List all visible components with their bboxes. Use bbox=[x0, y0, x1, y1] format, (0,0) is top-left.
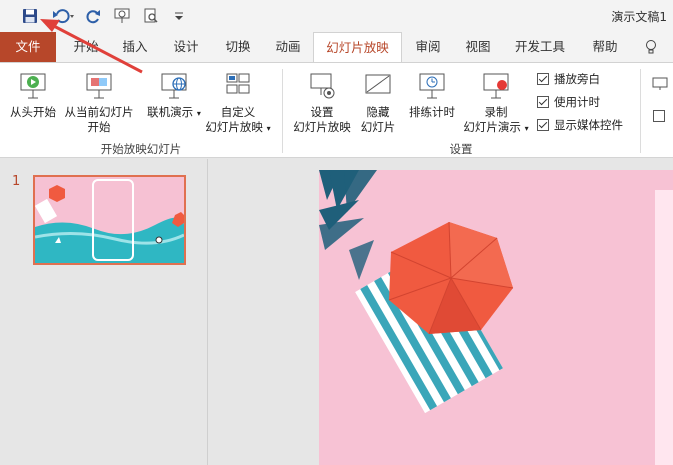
setup-slide-show-button[interactable]: 设置 幻灯片放映 bbox=[289, 71, 355, 135]
print-preview-icon[interactable] bbox=[141, 5, 161, 27]
tab-animations[interactable]: 动画 bbox=[268, 32, 308, 62]
tab-help[interactable]: 帮助 bbox=[585, 32, 625, 62]
setup-slideshow-icon bbox=[310, 73, 335, 99]
tab-file[interactable]: 文件 bbox=[0, 32, 56, 62]
tab-slide-show[interactable]: 幻灯片放映 bbox=[313, 32, 402, 63]
slide-canvas[interactable] bbox=[319, 170, 673, 465]
show-media-controls-checkbox[interactable]: 显示媒体控件 bbox=[537, 117, 623, 133]
ribbon-body: 从头开始 从当前幻灯片 开始 联机演示 ▾ 自定义 幻灯片放映 ▾ 开始放映幻灯… bbox=[0, 62, 673, 158]
tab-developer[interactable]: 开发工具 bbox=[509, 32, 571, 62]
record-icon bbox=[483, 73, 509, 99]
use-timings-checkbox[interactable]: 使用计时 bbox=[537, 94, 600, 110]
start-slideshow-group-label: 开始放映幻灯片 bbox=[100, 142, 182, 156]
slide-image bbox=[319, 170, 673, 465]
tab-home[interactable]: 开始 bbox=[66, 32, 106, 62]
from-current-label-2: 开始 bbox=[87, 120, 111, 134]
checkbox-checked-icon[interactable] bbox=[537, 73, 549, 85]
group-separator bbox=[640, 69, 641, 153]
document-title: 演示文稿1 bbox=[611, 10, 667, 24]
dropdown-arrow-icon: ▾ bbox=[266, 124, 271, 133]
tab-design[interactable]: 设计 bbox=[166, 32, 206, 62]
dropdown-arrow-icon: ▾ bbox=[524, 124, 529, 133]
slide-thumbnail-image bbox=[35, 177, 184, 263]
hide-label-2: 幻灯片 bbox=[360, 120, 396, 134]
use-timings-label: 使用计时 bbox=[554, 95, 600, 109]
play-narrations-label: 播放旁白 bbox=[554, 72, 600, 86]
record-slide-show-button[interactable]: 录制 幻灯片演示 ▾ bbox=[460, 71, 532, 136]
rehearse-label: 排练计时 bbox=[409, 105, 455, 119]
tab-transitions[interactable]: 切换 bbox=[218, 32, 258, 62]
custom-label-2: 幻灯片放映 bbox=[205, 120, 263, 134]
custom-label-1: 自定义 bbox=[220, 105, 256, 119]
slide-thumbnail[interactable] bbox=[33, 175, 186, 265]
undo-icon[interactable] bbox=[50, 5, 78, 27]
setup-group-label: 设置 bbox=[449, 142, 473, 156]
from-current-slide-button[interactable]: 从当前幻灯片 开始 bbox=[61, 71, 137, 135]
from-beginning-button[interactable]: 从头开始 bbox=[7, 71, 59, 120]
setup-label-1: 设置 bbox=[310, 105, 334, 119]
tab-review[interactable]: 审阅 bbox=[408, 32, 448, 62]
ribbon-tab-bar: 文件 开始 插入 设计 切换 动画 幻灯片放映 审阅 视图 开发工具 帮助 bbox=[0, 32, 673, 63]
presenter-view-checkbox[interactable] bbox=[653, 110, 665, 122]
tab-view[interactable]: 视图 bbox=[458, 32, 498, 62]
rehearse-timings-button[interactable]: 排练计时 bbox=[403, 71, 461, 120]
online-present-label: 联机演示 bbox=[147, 105, 194, 119]
from-beginning-label: 从头开始 bbox=[10, 105, 56, 119]
hide-slide-button[interactable]: 隐藏 幻灯片 bbox=[356, 71, 400, 135]
play-narrations-checkbox[interactable]: 播放旁白 bbox=[537, 71, 600, 87]
custom-slide-show-button[interactable]: 自定义 幻灯片放映 ▾ bbox=[201, 71, 275, 136]
title-bar: 演示文稿1 bbox=[0, 0, 673, 32]
monitor-icon[interactable] bbox=[652, 77, 668, 94]
checkbox-checked-icon[interactable] bbox=[537, 96, 549, 108]
slide-number: 1 bbox=[12, 174, 21, 189]
record-label-1: 录制 bbox=[484, 105, 508, 119]
play-from-current-icon bbox=[86, 73, 112, 99]
rehearse-timings-icon bbox=[419, 73, 445, 99]
hide-label-1: 隐藏 bbox=[366, 105, 390, 119]
online-present-button[interactable]: 联机演示 ▾ bbox=[146, 71, 202, 121]
present-from-beginning-icon[interactable] bbox=[112, 5, 132, 27]
from-current-label-1: 从当前幻灯片 bbox=[64, 105, 134, 119]
tell-me-lightbulb-icon[interactable] bbox=[640, 32, 662, 62]
setup-label-2: 幻灯片放映 bbox=[293, 120, 351, 134]
record-label-2: 幻灯片演示 bbox=[463, 120, 521, 134]
checkbox-checked-icon[interactable] bbox=[537, 119, 549, 131]
custom-slideshow-icon bbox=[226, 73, 250, 94]
slide-thumbnail-pane: 1 bbox=[0, 159, 208, 465]
save-icon[interactable] bbox=[20, 5, 40, 27]
powerpoint-window: 演示文稿1 文件 开始 插入 设计 切换 动画 幻灯片放映 审阅 视图 开发工具… bbox=[0, 0, 673, 465]
customize-quick-access-icon[interactable] bbox=[172, 5, 186, 27]
online-present-icon bbox=[161, 73, 187, 99]
redo-icon[interactable] bbox=[84, 5, 102, 27]
tab-insert[interactable]: 插入 bbox=[115, 32, 155, 62]
show-media-controls-label: 显示媒体控件 bbox=[554, 118, 623, 132]
play-from-start-icon bbox=[20, 73, 46, 99]
hide-slide-icon bbox=[365, 74, 391, 94]
